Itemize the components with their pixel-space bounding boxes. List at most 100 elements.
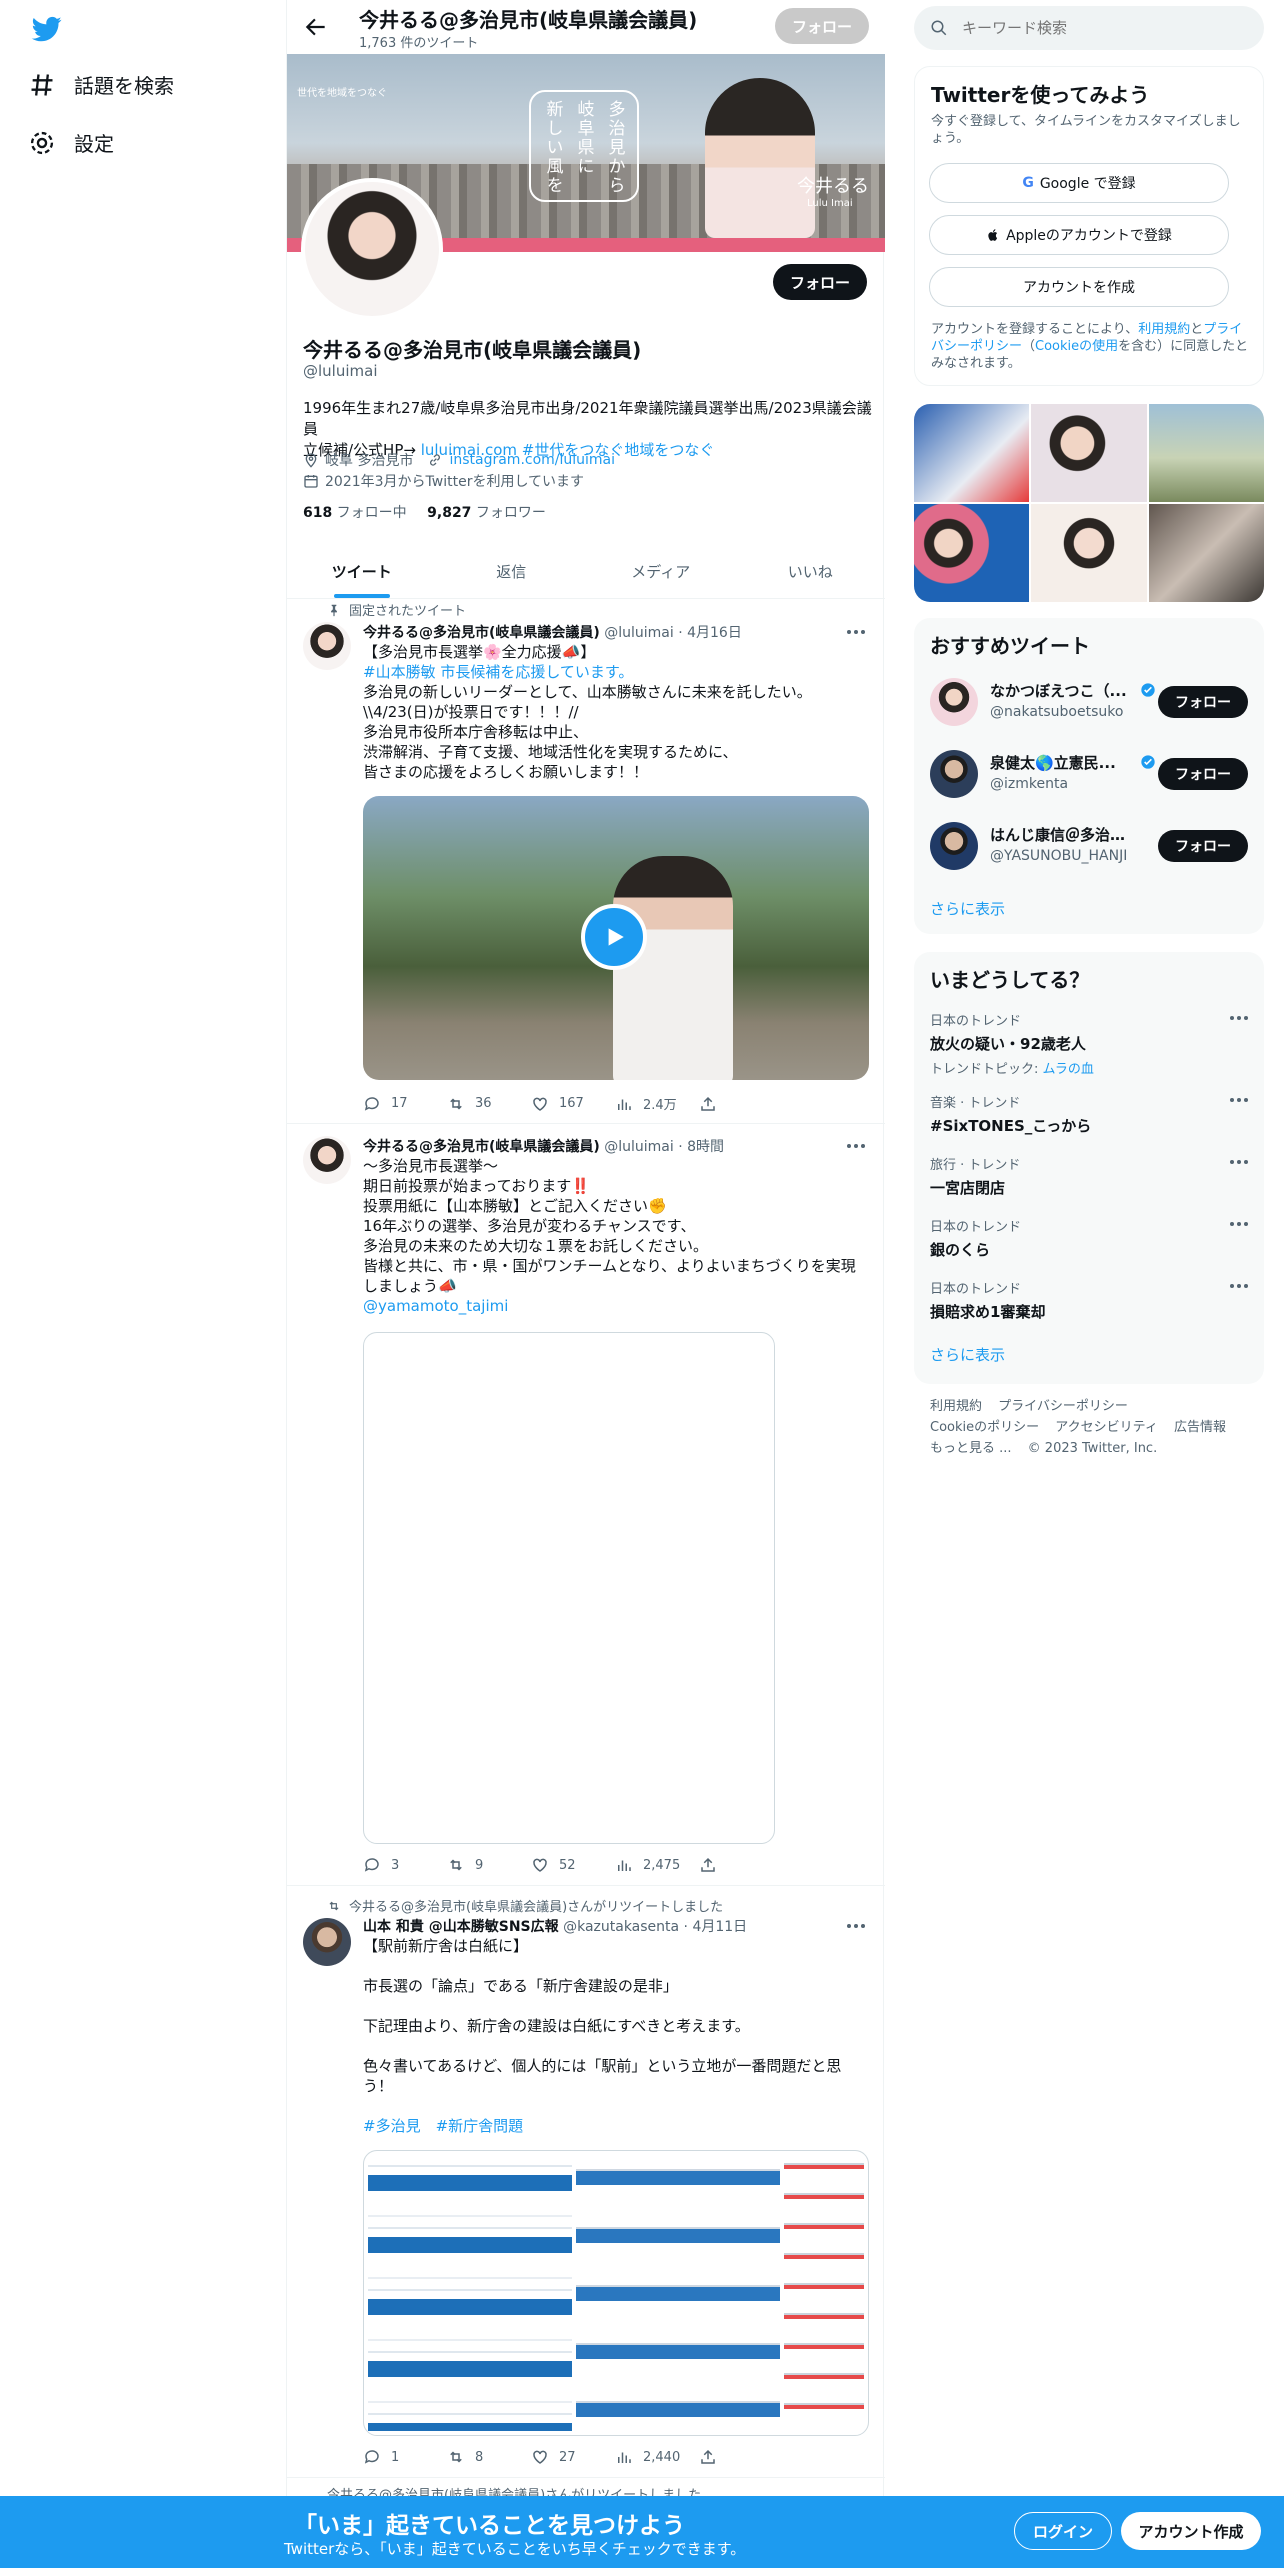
search-bar[interactable] <box>914 6 1264 50</box>
tab-replies[interactable]: 返信 <box>437 546 587 598</box>
tweet-line <box>363 2096 873 2116</box>
views-action[interactable]: 2,475 <box>615 1856 699 1874</box>
cookie-link[interactable]: Cookieの使用 <box>1035 339 1118 354</box>
more-options-icon[interactable] <box>1230 1222 1248 1226</box>
more-options-icon[interactable] <box>847 1924 867 1930</box>
reply-action[interactable]: 17 <box>363 1094 447 1113</box>
more-options-icon[interactable] <box>847 630 867 636</box>
rec-account[interactable]: 泉健太🌎立憲民... @izmkenta フォロー <box>930 746 1248 802</box>
followers-stat[interactable]: 9,827 フォロワー <box>427 505 546 521</box>
more-options-icon[interactable] <box>1230 1098 1248 1102</box>
media-thumb[interactable] <box>914 404 1030 502</box>
profile-avatar[interactable] <box>301 178 443 320</box>
reply-action[interactable]: 1 <box>363 2448 447 2466</box>
more-options-icon[interactable] <box>1230 1284 1248 1288</box>
login-button[interactable]: ログイン <box>1014 2512 1112 2550</box>
views-chart-icon <box>618 2452 631 2463</box>
avatar[interactable] <box>930 822 978 870</box>
recs-show-more-link[interactable]: さらに表示 <box>930 898 1005 919</box>
tweet-avatar[interactable] <box>303 622 351 670</box>
create-account-button[interactable]: アカウントを作成 <box>929 267 1229 307</box>
nav-settings[interactable]: 設定 <box>28 128 114 157</box>
tweet-author-name[interactable]: 山本 和貴 @山本勝敏SNS広報 <box>363 1919 559 1935</box>
tweet-hashtags[interactable]: #多治見 #新庁舎問題 <box>363 2116 873 2136</box>
reply-icon <box>364 2450 379 2464</box>
apple-signup-button[interactable]: Appleのアカウントで登録 <box>929 215 1229 255</box>
tweet-line-hashtag[interactable]: #山本勝敏 市長候補を応援しています。 <box>363 662 873 682</box>
footer-link[interactable]: プライバシーポリシー <box>998 1399 1128 1414</box>
more-options-icon[interactable] <box>1230 1016 1248 1020</box>
rec-follow-button[interactable]: フォロー <box>1158 758 1248 790</box>
following-stat[interactable]: 618 フォロー中 <box>303 505 407 521</box>
tweet-avatar[interactable] <box>303 1136 351 1184</box>
search-input[interactable] <box>962 19 1242 37</box>
media-thumb[interactable] <box>1031 504 1147 602</box>
signup-button[interactable]: アカウント作成 <box>1121 2512 1261 2550</box>
play-icon[interactable] <box>581 904 647 970</box>
nav-explore[interactable]: 話題を検索 <box>28 70 174 99</box>
share-action[interactable] <box>699 1094 783 1113</box>
retweet-action[interactable]: 9 <box>447 1856 531 1874</box>
media-thumb[interactable] <box>914 504 1030 602</box>
tweet-video[interactable] <box>363 796 869 1080</box>
profile-website-link[interactable]: instagram.com/luluimai <box>449 452 615 468</box>
like-action[interactable]: 167 <box>531 1094 615 1113</box>
tab-tweets[interactable]: ツイート <box>287 546 437 598</box>
tweet-embed-card[interactable] <box>363 1332 775 1844</box>
trend-topic-link[interactable]: ムラの血 <box>1043 1062 1094 1077</box>
views-action[interactable]: 2.4万 <box>615 1094 699 1113</box>
header-follow-button[interactable]: フォロー <box>775 8 869 44</box>
avatar[interactable] <box>930 750 978 798</box>
rec-account[interactable]: なかつぼえつこ（... @nakatsuboetsuko フォロー <box>930 674 1248 730</box>
more-options-icon[interactable] <box>847 1144 867 1150</box>
tweet-line: 投票用紙に【山本勝敏】とご記入ください✊ <box>363 1197 667 1215</box>
terms-link[interactable]: 利用規約 <box>1138 322 1190 337</box>
profile-follow-button[interactable]: フォロー <box>773 264 867 300</box>
trend-item[interactable]: 日本のトレンド 銀のくら <box>930 1216 1248 1260</box>
tweet[interactable]: 今井るる@多治見市(岐阜県議会議員) @luluimai · 8時間 〜多治見市… <box>287 1124 885 1886</box>
share-action[interactable] <box>699 1856 783 1874</box>
trend-item[interactable]: 音楽 · トレンド #SixTONES_こっから <box>930 1092 1248 1136</box>
rec-follow-button[interactable]: フォロー <box>1158 686 1248 718</box>
rec-account[interactable]: はんじ康信＠多治見... @YASUNOBU_HANJI フォロー <box>930 818 1248 874</box>
like-action[interactable]: 52 <box>531 1856 615 1874</box>
share-action[interactable] <box>699 2448 783 2466</box>
like-action[interactable]: 27 <box>531 2448 615 2466</box>
more-options-icon[interactable] <box>1230 1160 1248 1164</box>
retweet-action[interactable]: 36 <box>447 1094 531 1113</box>
pinned-text: 固定されたツイート <box>349 604 467 619</box>
tweet-retweeted[interactable]: 今井るる@多治見市(岐阜県議会議員)さんがリツイートしました 山本 和貴 @山本… <box>287 1886 885 2478</box>
footer-link[interactable]: 広告情報 <box>1174 1420 1226 1435</box>
tweet-author-name[interactable]: 今井るる@多治見市(岐阜県議会議員) <box>363 625 600 641</box>
footer-link[interactable]: もっと見る ... <box>930 1441 1012 1456</box>
google-signup-button[interactable]: G Google で登録 <box>929 163 1229 203</box>
rec-follow-button[interactable]: フォロー <box>1158 830 1248 862</box>
media-thumb[interactable] <box>1148 404 1264 502</box>
tweet-avatar[interactable] <box>303 1918 351 1966</box>
avatar[interactable] <box>930 678 978 726</box>
media-thumb[interactable] <box>1031 404 1147 502</box>
footer-link[interactable]: 利用規約 <box>930 1399 982 1414</box>
tweet-mention-link[interactable]: @yamamoto_tajimi <box>363 1296 873 1316</box>
footer-link[interactable]: Cookieのポリシー <box>930 1420 1039 1435</box>
tweet-author-name[interactable]: 今井るる@多治見市(岐阜県議会議員) <box>363 1139 600 1155</box>
tab-media[interactable]: メディア <box>586 546 736 598</box>
trends-show-more-link[interactable]: さらに表示 <box>930 1344 1005 1365</box>
trend-item[interactable]: 旅行 · トレンド 一宮店閉店 <box>930 1154 1248 1198</box>
banner-vertical-1: 多治見から <box>604 100 625 195</box>
back-arrow-icon[interactable] <box>303 14 329 40</box>
views-action[interactable]: 2,440 <box>615 2448 699 2466</box>
media-thumb[interactable] <box>1148 504 1264 602</box>
tweet-image-flyer[interactable] <box>363 2150 869 2436</box>
trend-item[interactable]: 日本のトレンド 放火の疑い・92歳老人 トレンドトピック: ムラの血 <box>930 1010 1248 1077</box>
retweet-action[interactable]: 8 <box>447 2448 531 2466</box>
footer-link[interactable]: アクセシビリティ <box>1055 1420 1158 1435</box>
reply-action[interactable]: 3 <box>363 1856 447 1874</box>
trend-item[interactable]: 日本のトレンド 損賠求め1審棄却 <box>930 1278 1248 1322</box>
retweet-icon <box>450 2451 462 2463</box>
views-chart-icon <box>618 1860 631 1871</box>
twitter-logo-icon[interactable] <box>30 14 64 44</box>
tweet-pinned[interactable]: 固定されたツイート 今井るる@多治見市(岐阜県議会議員) @luluimai ·… <box>287 600 885 1124</box>
banner-name: 今井るる <box>797 176 869 197</box>
tab-likes[interactable]: いいね <box>736 546 886 598</box>
